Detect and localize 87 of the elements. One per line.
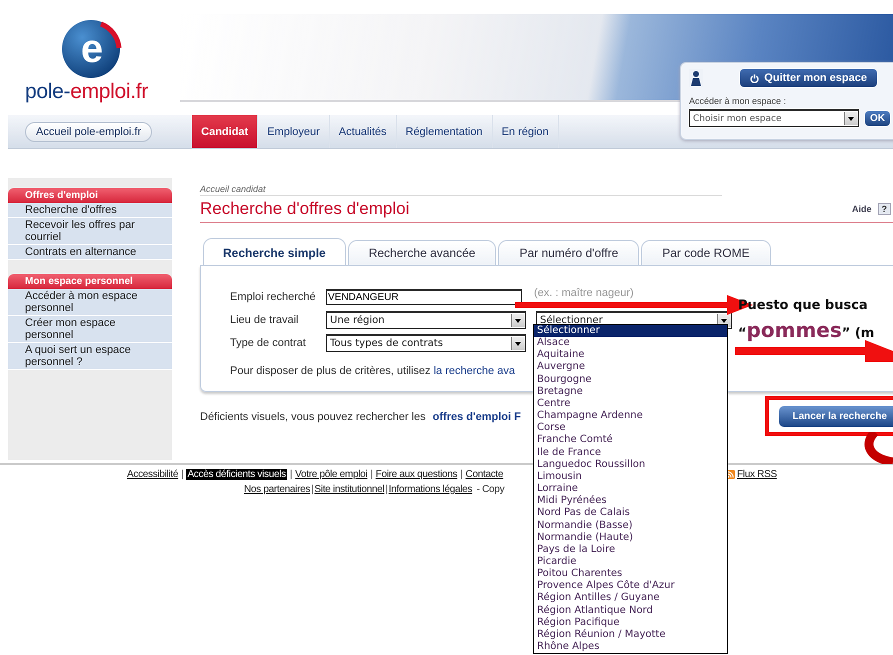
- logo-text[interactable]: pole-emploi.fr: [25, 80, 148, 104]
- advanced-search-link[interactable]: la recherche ava: [434, 365, 515, 377]
- footer-link[interactable]: Votre pôle emploi: [295, 469, 368, 480]
- footer-link[interactable]: Site institutionnel: [314, 484, 384, 495]
- nav-tab[interactable]: Actualités: [330, 115, 396, 148]
- sidebar-item[interactable]: Recevoir les offres par courriel: [8, 218, 172, 245]
- field-label: Lieu de travail: [230, 314, 300, 326]
- annotation-text: “pommes” (m: [738, 318, 874, 342]
- separator: |: [460, 469, 463, 480]
- footer-link[interactable]: Foire aux questions: [376, 469, 458, 480]
- separator: |: [311, 484, 314, 495]
- rss-link[interactable]: Flux RSS: [737, 469, 777, 480]
- visually-impaired-note: Déficients visuels, vous pouvez rechercher les offres d'emploi F: [200, 410, 521, 422]
- sidebar-item[interactable]: Recherche d'offres: [8, 203, 172, 218]
- region-option[interactable]: Ile de France: [534, 446, 727, 459]
- space-label: Accéder à mon espace :: [689, 96, 788, 106]
- search-button[interactable]: Lancer la recherche: [778, 406, 893, 427]
- job-input[interactable]: VENDANGEUR: [326, 288, 522, 304]
- region-option[interactable]: Nord Pas de Calais: [534, 507, 727, 520]
- nav-tab[interactable]: Réglementation: [396, 115, 493, 148]
- copyright-text: - Copy: [476, 484, 504, 495]
- quit-button[interactable]: Quitter mon espace: [740, 69, 877, 87]
- separator: |: [181, 469, 184, 480]
- ok-button[interactable]: OK: [865, 110, 890, 126]
- region-option[interactable]: Corse: [534, 422, 727, 434]
- home-button[interactable]: Accueil pole-emploi.fr: [25, 122, 152, 142]
- nav-tab[interactable]: Candidat: [192, 115, 258, 148]
- select-field[interactable]: Une région: [326, 310, 526, 328]
- footer-link[interactable]: Accessibilité: [127, 469, 178, 480]
- region-option[interactable]: Bourgogne: [534, 374, 727, 386]
- region-option[interactable]: Normandie (Basse): [534, 520, 727, 532]
- region-option[interactable]: Région Atlantique Nord: [534, 604, 727, 617]
- region-option[interactable]: Midi Pyrénées: [534, 495, 727, 508]
- select-field[interactable]: Tous types de contrats: [326, 334, 526, 352]
- region-option[interactable]: Région Antilles / Guyane: [534, 592, 727, 605]
- logo-icon: e: [61, 18, 123, 80]
- region-option[interactable]: Provence Alpes Côte d'Azur: [534, 580, 727, 592]
- nav-tab[interactable]: En région: [492, 115, 559, 148]
- region-option[interactable]: Poitou Charentes: [534, 568, 727, 580]
- region-option[interactable]: Sélectionner: [534, 325, 727, 338]
- footer-link[interactable]: Accès déficients visuels: [186, 469, 287, 480]
- region-option[interactable]: Bretagne: [534, 386, 727, 398]
- sidebar-item[interactable]: A quoi sert un espace personnel ?: [8, 343, 172, 370]
- search-tab[interactable]: Recherche avancée: [348, 240, 496, 265]
- region-option[interactable]: Limousin: [534, 470, 727, 484]
- separator: |: [385, 484, 388, 495]
- region-option[interactable]: Champagne Ardenne: [534, 410, 727, 422]
- field-label: Type de contrat: [230, 336, 307, 348]
- criteria-note: Pour disposer de plus de critères, utilisez la recherche ava: [230, 365, 515, 377]
- region-option[interactable]: Normandie (Haute): [534, 532, 727, 544]
- region-option[interactable]: Rhône Alpes: [534, 641, 727, 654]
- help-icon[interactable]: ?: [878, 203, 891, 215]
- region-option[interactable]: Centre: [534, 398, 727, 410]
- region-option[interactable]: Lorraine: [534, 483, 727, 496]
- power-icon: [750, 74, 760, 82]
- arrow-icon: [735, 340, 893, 362]
- sidebar-item[interactable]: Contrats en alternance: [8, 245, 172, 260]
- breadcrumb[interactable]: Accueil candidat: [200, 184, 722, 196]
- separator: |: [290, 469, 292, 480]
- region-option[interactable]: Région Réunion / Mayotte: [534, 628, 727, 642]
- sidebar-heading: Mon espace personnel: [8, 274, 172, 289]
- footer-link[interactable]: Informations légales: [388, 484, 472, 495]
- search-tab[interactable]: Par numéro d'offre: [498, 240, 640, 265]
- footer-link[interactable]: Contacte: [466, 469, 504, 480]
- region-option[interactable]: Région Pacifique: [534, 616, 727, 629]
- user-icon: [689, 69, 703, 87]
- sidebar-item[interactable]: Créer mon espace personnel: [8, 316, 172, 343]
- field-label: Emploi recherché: [230, 290, 317, 302]
- example-hint: (ex. : maître nageur): [534, 286, 634, 298]
- footer-link[interactable]: Nos partenaires: [244, 484, 310, 495]
- region-option[interactable]: Aquitaine: [534, 349, 727, 362]
- region-option[interactable]: Languedoc Roussillon: [534, 458, 727, 471]
- space-select[interactable]: Choisir mon espace: [689, 109, 859, 127]
- help-link[interactable]: Aide: [852, 204, 872, 214]
- region-option[interactable]: Pays de la Loire: [534, 544, 727, 556]
- region-option[interactable]: Picardie: [534, 556, 727, 568]
- region-option[interactable]: Alsace: [534, 337, 727, 350]
- sidebar-heading: Offres d'emploi: [8, 188, 172, 203]
- nav-tab[interactable]: Employeur: [258, 115, 330, 148]
- page-title: Recherche d'offres d'emploi: [200, 199, 410, 219]
- separator: |: [370, 469, 373, 480]
- search-tab[interactable]: Recherche simple: [203, 238, 346, 265]
- region-option[interactable]: Auvergne: [534, 361, 727, 374]
- region-option[interactable]: Franche Comté: [534, 434, 727, 447]
- sidebar-item[interactable]: Accéder à mon espace personnel: [8, 289, 172, 316]
- search-tab[interactable]: Par code ROME: [641, 240, 771, 265]
- offers-link[interactable]: offres d'emploi F: [432, 410, 521, 422]
